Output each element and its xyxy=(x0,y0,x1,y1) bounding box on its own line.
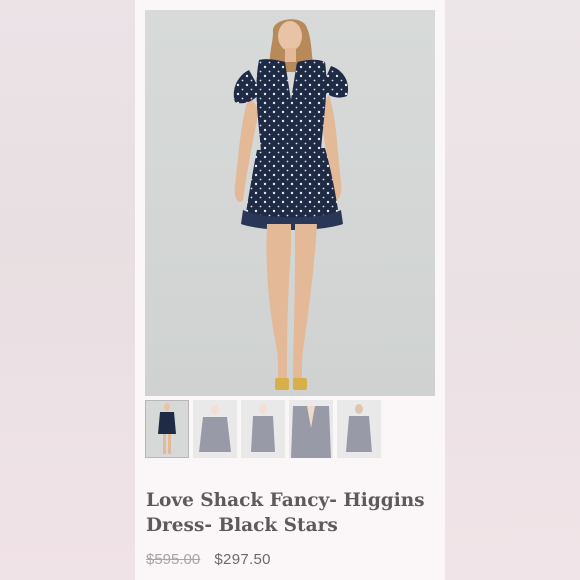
thumbnail-closeup[interactable] xyxy=(289,400,333,458)
dress-thumbnail-icon xyxy=(199,405,231,452)
thumbnail-strip xyxy=(145,400,435,458)
thumbnail-back[interactable] xyxy=(337,400,381,458)
thumbnail-front[interactable] xyxy=(145,400,189,458)
price-row: $595.00 $297.50 xyxy=(146,551,271,568)
dress-thumbnail-icon xyxy=(251,404,275,452)
thumbnail-side[interactable] xyxy=(241,400,285,458)
dress-thumbnail-icon xyxy=(291,406,331,458)
product-title-line1: Love Shack Fancy- Higgins xyxy=(146,490,425,511)
dress-thumbnail-icon xyxy=(158,403,176,454)
background-right xyxy=(445,0,580,580)
product-card: Love Shack Fancy- Higgins Dress- Black S… xyxy=(135,0,445,580)
thumbnail-front-pose[interactable] xyxy=(193,400,237,458)
background-left xyxy=(0,0,135,580)
product-title-line2: Dress- Black Stars xyxy=(146,515,338,536)
dress-thumbnail-icon xyxy=(346,404,372,452)
dress-model-illustration xyxy=(233,19,349,390)
sale-price: $297.50 xyxy=(214,551,271,568)
main-product-image[interactable] xyxy=(145,10,435,396)
original-price: $595.00 xyxy=(146,551,201,568)
product-title: Love Shack Fancy- Higgins Dress- Black S… xyxy=(146,488,436,538)
